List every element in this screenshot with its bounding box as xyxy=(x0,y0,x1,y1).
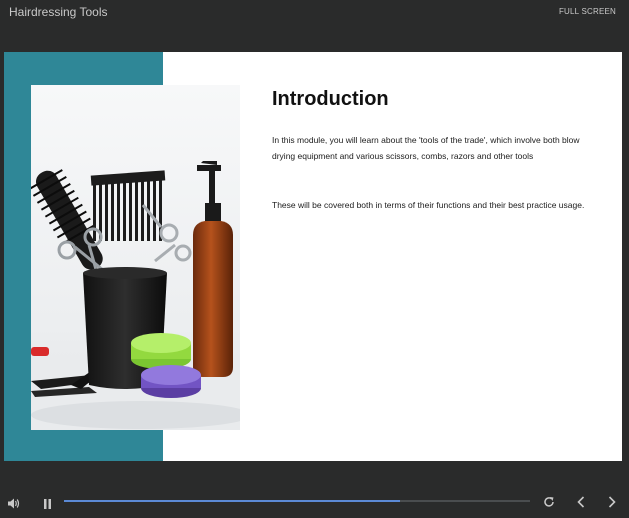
progress-bar[interactable] xyxy=(64,500,530,502)
intro-paragraph-1: In this module, you will learn about the… xyxy=(272,135,580,161)
player-controls xyxy=(0,485,629,518)
intro-paragraph-2: These will be covered both in terms of t… xyxy=(272,200,585,210)
slide-title: Introduction xyxy=(272,88,389,110)
pause-icon[interactable] xyxy=(43,496,52,514)
chevron-left-icon[interactable] xyxy=(576,495,586,513)
replay-icon[interactable] xyxy=(543,495,555,513)
top-bar: Hairdressing Tools FULL SCREEN xyxy=(0,0,629,24)
slide-content: Introduction In this module, you will le… xyxy=(4,52,622,461)
app-title: Hairdressing Tools xyxy=(9,5,108,19)
chevron-right-icon[interactable] xyxy=(607,495,617,513)
full-screen-button[interactable]: FULL SCREEN xyxy=(559,7,616,16)
volume-icon[interactable] xyxy=(8,496,20,514)
progress-fill xyxy=(64,500,400,502)
hairdressing-tools-photo xyxy=(31,85,240,430)
